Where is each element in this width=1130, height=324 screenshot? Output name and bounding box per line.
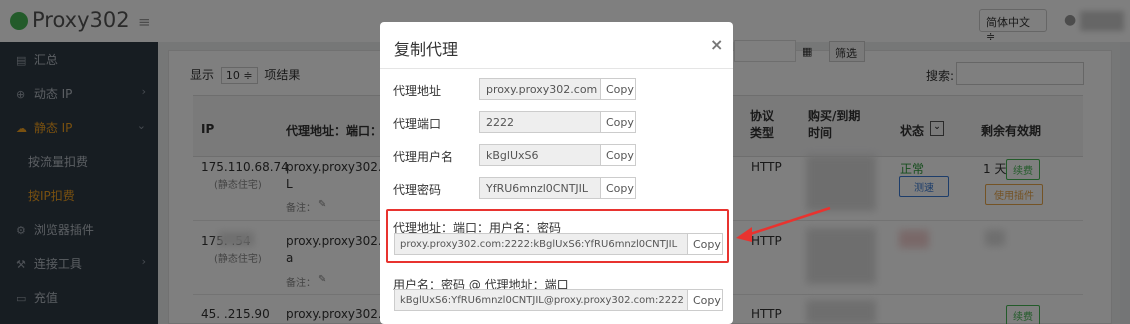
modal-divider — [380, 68, 733, 69]
proxy-password-label: 代理密码 — [393, 183, 442, 197]
highlight-arrow — [736, 206, 831, 242]
close-icon[interactable]: × — [710, 35, 723, 54]
copy-port-button[interactable]: Copy — [600, 111, 636, 133]
proxy-port-field[interactable]: 2222 — [479, 111, 601, 133]
proxy-address-label: 代理地址 — [393, 84, 442, 98]
highlight-box — [386, 209, 729, 263]
proxy-password-field[interactable]: YfRU6mnzl0CNTJIL — [479, 177, 601, 199]
proxy-address-field[interactable]: proxy.proxy302.com — [479, 78, 601, 100]
combo2-field[interactable]: kBglUxS6:YfRU6mnzl0CNTJIL@proxy.proxy302… — [394, 289, 688, 311]
proxy-port-label: 代理端口 — [393, 117, 442, 131]
proxy-username-field[interactable]: kBglUxS6 — [479, 144, 601, 166]
modal-title: 复制代理 — [394, 40, 459, 59]
copy-combo2-button[interactable]: Copy — [687, 289, 723, 311]
proxy-username-label: 代理用户名 — [393, 150, 454, 164]
copy-username-button[interactable]: Copy — [600, 144, 636, 166]
copy-address-button[interactable]: Copy — [600, 78, 636, 100]
copy-password-button[interactable]: Copy — [600, 177, 636, 199]
